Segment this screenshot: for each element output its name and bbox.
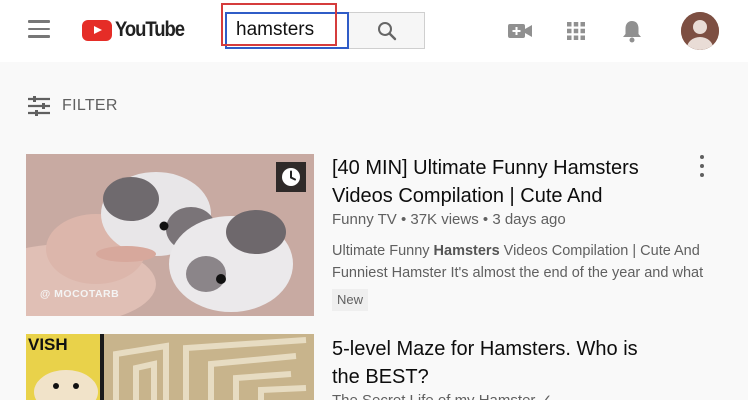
more-options-icon[interactable] xyxy=(694,155,710,177)
menu-icon[interactable] xyxy=(28,20,50,40)
desc-line2: Funniest Hamster It's almost the end of … xyxy=(332,265,704,281)
filter-label: FILTER xyxy=(62,97,118,114)
logo-text: YouTube xyxy=(115,18,185,41)
search-button[interactable] xyxy=(349,12,425,49)
video-thumbnail[interactable]: VISH xyxy=(26,334,314,400)
channel-name[interactable]: Funny TV xyxy=(332,211,397,228)
search-icon xyxy=(377,21,396,40)
desc-text: Videos Compilation | Cute And xyxy=(499,243,700,259)
channel-name[interactable]: The Secret Life of my Hamster ✓ xyxy=(332,392,552,400)
video-meta: Funny TV • 37K views • 3 days ago xyxy=(332,211,566,228)
desc-text: Ultimate Funny xyxy=(332,243,434,259)
filter-button[interactable]: FILTER xyxy=(28,96,118,116)
video-meta: The Secret Life of my Hamster ✓ xyxy=(332,391,552,400)
notifications-bell-icon[interactable] xyxy=(619,18,645,44)
watch-later-icon[interactable] xyxy=(276,162,306,192)
video-title[interactable]: 5-level Maze for Hamsters. Who is the BE… xyxy=(332,335,682,391)
filter-sliders-icon xyxy=(28,96,50,116)
search-input[interactable] xyxy=(236,16,336,44)
top-bar: YouTube xyxy=(0,0,748,62)
create-video-icon[interactable] xyxy=(507,18,533,44)
play-logo-icon xyxy=(82,19,112,41)
thumbnail-watermark: @ MOCOTARB xyxy=(40,288,120,300)
apps-grid-icon[interactable] xyxy=(563,18,589,44)
video-title-line1: [40 MIN] Ultimate Funny Hamsters xyxy=(332,157,639,179)
maze-thumbnail-image: VISH xyxy=(26,334,314,400)
desc-highlight: Hamsters xyxy=(433,243,500,259)
meta-separator: • xyxy=(400,211,411,228)
video-description: Ultimate Funny Hamsters Videos Compilati… xyxy=(332,240,727,284)
video-title-line2: Videos Compilation | Cute And xyxy=(332,185,603,207)
video-title-line1: 5-level Maze for Hamsters. Who is xyxy=(332,338,638,360)
thumbnail-text: VISH xyxy=(28,335,68,354)
youtube-logo[interactable]: YouTube xyxy=(82,18,193,42)
video-thumbnail[interactable]: @ MOCOTARB xyxy=(26,154,314,316)
video-title-line2: the BEST? xyxy=(332,366,429,388)
upload-age: 3 days ago xyxy=(492,211,566,228)
video-title[interactable]: [40 MIN] Ultimate Funny Hamsters Videos … xyxy=(332,154,682,210)
new-badge: New xyxy=(332,289,369,311)
view-count: 37K views xyxy=(410,211,479,228)
account-avatar[interactable] xyxy=(681,12,719,50)
meta-separator: • xyxy=(482,211,493,228)
